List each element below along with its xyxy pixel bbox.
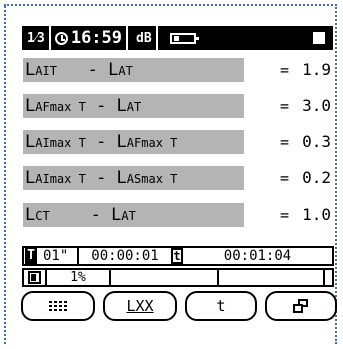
stop-icon [313,32,325,44]
dotted-frame-left [4,6,7,344]
result-value: 1.9 [302,60,331,79]
equals-sign: = [280,97,290,115]
result-value: 3.0 [302,96,331,115]
memory-bar: 1% [22,268,334,287]
equals-sign: = [280,61,290,79]
status-bar: 1⁄3 16:59 dB [22,26,333,50]
interval-icon: T [25,248,37,264]
lxx-button[interactable]: LXX [103,291,177,321]
copy-icon [293,299,309,313]
copy-button[interactable] [265,291,337,321]
menu-grid-icon [49,301,67,311]
result-value: 0.2 [302,168,331,187]
status-divider [155,26,158,50]
result-label: LAImax T - LASmax T [23,166,244,190]
result-label: LAFmax T - LAT [23,94,244,118]
memory-percent: 1% [70,270,86,285]
result-row: LAFmax T - LAT = 3.0 [23,94,333,118]
memory-tick [217,270,219,285]
clock-icon [54,31,68,45]
result-value: 0.3 [302,132,331,151]
total-time: 00:01:04 [223,248,292,264]
total-time-icon: t [171,248,183,264]
result-label: LAIT - LAT [23,58,244,82]
status-divider [48,26,51,50]
result-row: LAImax T - LAFmax T = 0.3 [23,130,333,154]
lxx-label: LXX [126,297,154,315]
result-label: LAImax T - LAFmax T [23,130,244,154]
clock-time: 16:59 [70,28,123,48]
equals-sign: = [280,169,290,187]
softkey-bar: LXX t [21,291,337,323]
unit-label: dB [136,30,152,46]
result-row: LAIT - LAT = 1.9 [23,58,333,82]
elapsed-time: 00:00:01 [91,248,159,264]
timer-line: T 01" 00:00:01 t 00:01:04 [22,246,334,266]
result-row: LAImax T - LASmax T = 0.2 [23,166,333,190]
t-label: t [216,297,226,315]
memory-icon [28,271,41,284]
memory-tick [323,270,325,285]
result-row: LCT - LAT = 1.0 [23,203,333,227]
equals-sign: = [280,206,290,224]
t-button[interactable]: t [185,291,257,321]
page-indicator: 1⁄3 [27,31,45,46]
status-divider [126,26,129,50]
menu-button[interactable] [21,291,95,321]
result-label: LCT - LAT [23,203,244,227]
memory-fill-area [111,270,332,285]
battery-icon [169,32,199,44]
result-value: 1.0 [302,205,331,224]
interval-value: 01" [43,248,69,264]
equals-sign: = [280,133,290,151]
